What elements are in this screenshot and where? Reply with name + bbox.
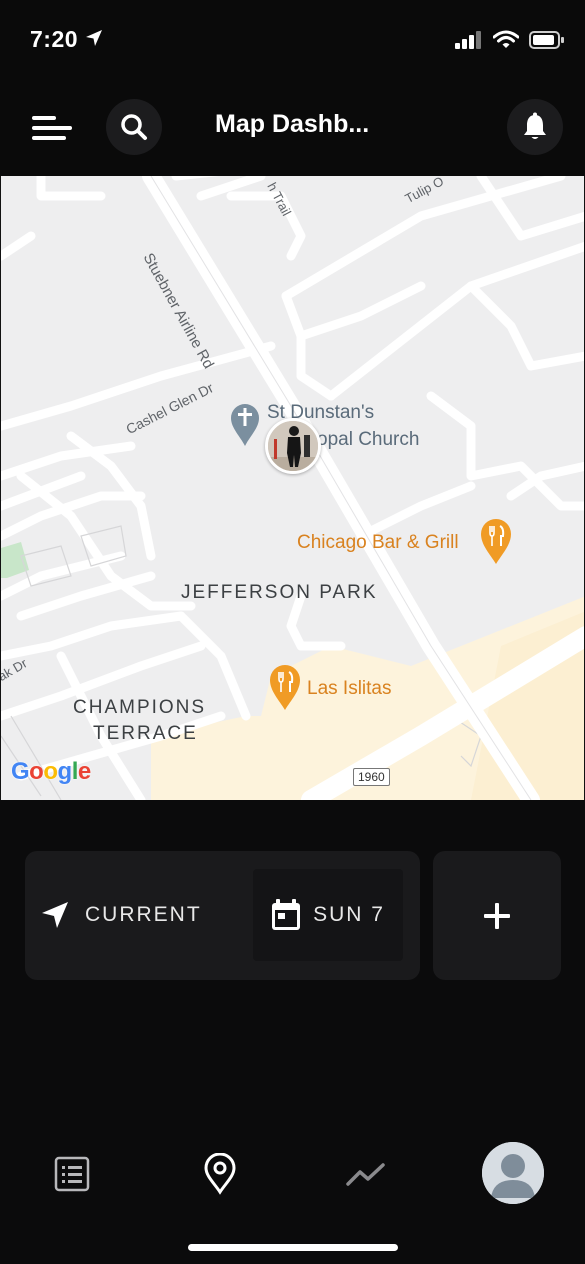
map-view[interactable]: Stuebner Airline Rd Cashel Glen Dr Tulip…	[0, 176, 585, 800]
restaurant-label-chicago: Chicago Bar & Grill	[297, 532, 459, 553]
current-location-button[interactable]: CURRENT	[37, 873, 257, 957]
calendar-icon	[272, 899, 301, 930]
restaurant-label-islitas: Las Islitas	[307, 678, 392, 699]
bell-icon	[524, 112, 546, 139]
restaurant-pin-icon[interactable]	[480, 518, 512, 566]
status-time: 7:20	[30, 26, 79, 52]
tab-list[interactable]	[52, 1154, 92, 1194]
date-selector-button[interactable]: SUN 7	[253, 869, 403, 961]
home-indicator	[188, 1244, 398, 1251]
church-label-line2: opal Church	[317, 429, 420, 450]
list-icon	[54, 1156, 90, 1192]
tab-profile[interactable]	[482, 1142, 544, 1204]
signal-icon	[455, 31, 481, 49]
menu-icon[interactable]	[32, 114, 72, 144]
battery-icon	[529, 31, 564, 49]
location-arrow-icon	[86, 30, 102, 46]
route-shield: 1960	[353, 768, 390, 786]
current-location-label: CURRENT	[85, 903, 202, 926]
add-button[interactable]	[433, 851, 561, 980]
user-location-avatar[interactable]	[265, 418, 321, 474]
avatar-icon	[482, 1142, 544, 1204]
wifi-icon	[493, 30, 519, 48]
navigation-arrow-icon	[42, 902, 68, 928]
map-pin-icon	[204, 1153, 236, 1195]
restaurant-pin-icon[interactable]	[269, 664, 301, 712]
date-label: SUN 7	[313, 903, 385, 926]
notifications-button[interactable]	[507, 99, 563, 155]
map-controls-panel: CURRENT SUN 7	[25, 851, 420, 980]
app-header: Map Dashb...	[0, 80, 585, 176]
search-icon	[121, 114, 147, 140]
google-logo: Google	[11, 758, 91, 785]
area-label-champions: CHAMPIONS	[73, 697, 207, 718]
tab-bar	[0, 1120, 585, 1230]
plus-icon	[484, 902, 510, 929]
trend-icon	[346, 1163, 385, 1186]
search-button[interactable]	[106, 99, 162, 155]
tab-stats[interactable]	[344, 1156, 388, 1192]
page-title: Map Dashb...	[215, 110, 370, 138]
area-label-terrace: TERRACE	[93, 723, 198, 744]
church-poi-icon[interactable]	[230, 402, 260, 448]
status-bar: 7:20	[0, 0, 585, 80]
tab-map[interactable]	[198, 1150, 242, 1198]
area-label-jefferson: JEFFERSON PARK	[181, 582, 378, 603]
